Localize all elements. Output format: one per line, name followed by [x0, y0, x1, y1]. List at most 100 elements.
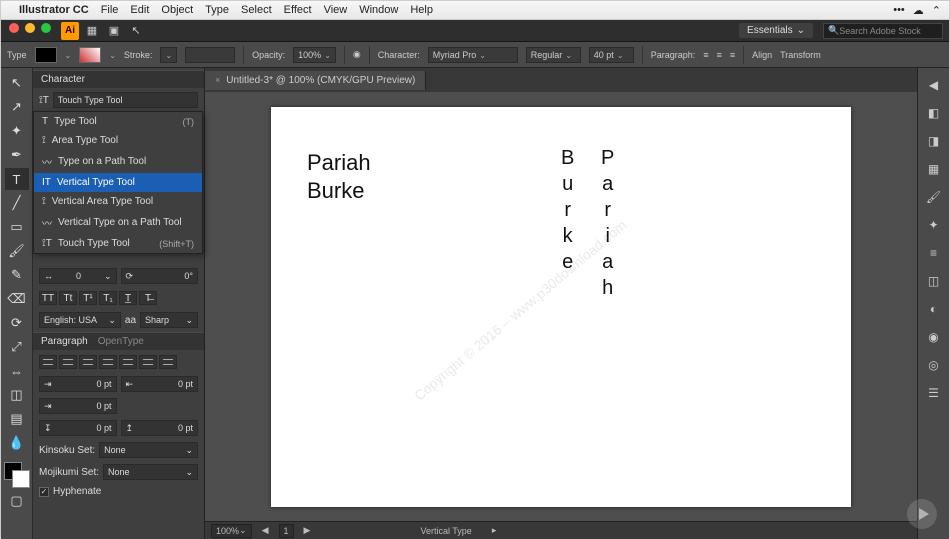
para-align-right-icon[interactable] — [79, 355, 97, 369]
color-guide-panel-icon[interactable]: ◨ — [923, 130, 945, 152]
menu-window[interactable]: Window — [359, 4, 398, 16]
artboard-nav-prev-icon[interactable]: ◀ — [262, 525, 269, 536]
cursor-icon[interactable]: ↖ — [127, 23, 145, 39]
close-tab-icon[interactable]: × — [215, 75, 220, 85]
brushes-panel-icon[interactable]: 🖌 — [923, 186, 945, 208]
tt-small-caps-icon[interactable]: Tt — [59, 291, 77, 305]
flyout-type-tool[interactable]: TType Tool(T) — [34, 112, 202, 131]
menu-edit[interactable]: Edit — [130, 4, 149, 16]
space-before-field[interactable]: ↧0 pt — [39, 420, 117, 436]
paragraph-panel-tab[interactable]: Paragraph — [41, 336, 88, 347]
eraser-tool[interactable]: ⌫ — [5, 288, 29, 310]
stroke-swatch[interactable] — [79, 47, 101, 63]
artboard-nav-next-icon[interactable]: ▶ — [304, 525, 311, 536]
tt-strike-icon[interactable]: T̶ — [139, 291, 157, 305]
opentype-panel-tab[interactable]: OpenType — [98, 336, 144, 347]
paintbrush-tool[interactable]: 🖌 — [5, 240, 29, 262]
align-label[interactable]: Align — [752, 50, 772, 60]
tt-caps-icon[interactable]: TT — [39, 291, 57, 305]
artboard[interactable]: Pariah Burke Burke Pariah Copyright © 20… — [271, 107, 851, 507]
minimize-window-button[interactable] — [25, 23, 35, 33]
font-style-field[interactable]: Regular — [526, 47, 581, 63]
menu-object[interactable]: Object — [161, 4, 193, 16]
appearance-panel-icon[interactable]: ◉ — [923, 326, 945, 348]
first-line-field[interactable]: ⇥0 pt — [39, 398, 117, 414]
selection-tool[interactable]: ↖ — [5, 72, 29, 94]
para-justify-left-icon[interactable] — [99, 355, 117, 369]
flyout-area-type-tool[interactable]: ⟟Area Type Tool — [34, 131, 202, 150]
flyout-touch-type-tool[interactable]: ⟟TTouch Type Tool(Shift+T) — [34, 234, 202, 253]
recolor-icon[interactable]: ◉ — [353, 49, 361, 60]
flyout-path-type-tool[interactable]: 〰Type on a Path Tool — [34, 150, 202, 173]
stroke-weight-field[interactable] — [160, 47, 177, 63]
arrange-icon[interactable]: ▣ — [105, 23, 123, 39]
gradient-panel-icon[interactable]: ◫ — [923, 270, 945, 292]
close-window-button[interactable] — [9, 23, 19, 33]
line-tool[interactable]: ╱ — [5, 192, 29, 214]
zoom-window-button[interactable] — [41, 23, 51, 33]
fill-stroke-swatch[interactable] — [4, 462, 30, 488]
kinsoku-field[interactable]: None⌄ — [99, 442, 198, 458]
menu-type[interactable]: Type — [205, 4, 229, 16]
direct-selection-tool[interactable]: ↗ — [5, 96, 29, 118]
layers-panel-icon[interactable]: ☰ — [923, 382, 945, 404]
magic-wand-tool[interactable]: ✦ — [5, 120, 29, 142]
rectangle-tool[interactable]: ▭ — [5, 216, 29, 238]
font-size-field[interactable]: 40 pt — [589, 47, 634, 63]
transform-label[interactable]: Transform — [780, 50, 821, 60]
artboard-number-field[interactable]: 1 — [279, 524, 294, 538]
type-tool[interactable]: T — [5, 168, 29, 190]
document-tab[interactable]: ×Untitled-3* @ 100% (CMYK/GPU Preview) — [205, 71, 426, 90]
tracking-field[interactable]: ↔0⌄ — [39, 268, 117, 284]
para-align-center-icon[interactable] — [59, 355, 77, 369]
flyout-vertical-type-tool[interactable]: ITVertical Type Tool — [34, 173, 202, 192]
flyout-vertical-path-type-tool[interactable]: 〰Vertical Type on a Path Tool — [34, 211, 202, 234]
bridge-icon[interactable]: ▦ — [83, 23, 101, 39]
para-justify-all-icon[interactable] — [159, 355, 177, 369]
workspace-switcher[interactable]: Essentials⌄ — [739, 23, 813, 38]
menu-select[interactable]: Select — [241, 4, 272, 16]
character-panel-tab[interactable]: Character — [33, 70, 204, 88]
free-transform-tool[interactable]: ◫ — [5, 384, 29, 406]
gradient-tool[interactable]: ▤ — [5, 408, 29, 430]
para-justify-center-icon[interactable] — [119, 355, 137, 369]
screen-mode-button[interactable]: ▢ — [5, 490, 29, 512]
language-field[interactable]: English: USA⌄ — [39, 312, 121, 328]
hyphenate-checkbox[interactable]: ✓ — [39, 487, 49, 497]
symbols-panel-icon[interactable]: ✦ — [923, 214, 945, 236]
align-left-icon[interactable]: ≡ — [703, 50, 708, 60]
tt-underline-icon[interactable]: T̲ — [119, 291, 137, 305]
rotate-field[interactable]: ⟳0° — [121, 268, 199, 284]
vertical-text-pariah[interactable]: Pariah — [601, 145, 614, 301]
para-align-left-icon[interactable] — [39, 355, 57, 369]
menu-file[interactable]: File — [101, 4, 119, 16]
app-name[interactable]: Illustrator CC — [19, 4, 89, 16]
antialias-field[interactable]: Sharp⌄ — [140, 312, 198, 328]
menu-effect[interactable]: Effect — [284, 4, 312, 16]
width-tool[interactable]: ⇔ — [5, 360, 29, 382]
touch-type-button[interactable]: Touch Type Tool — [53, 92, 198, 108]
stock-search-input[interactable]: 🔍 Search Adobe Stock — [823, 23, 943, 39]
space-after-field[interactable]: ↥0 pt — [121, 420, 199, 436]
transparency-panel-icon[interactable]: ◐ — [923, 298, 945, 320]
scale-tool[interactable]: ⤢ — [5, 336, 29, 358]
rotate-tool[interactable]: ⟳ — [5, 312, 29, 334]
align-center-icon[interactable]: ≡ — [717, 50, 722, 60]
expand-panels-icon[interactable]: ◀ — [923, 74, 945, 96]
stroke-panel-icon[interactable]: ≡ — [923, 242, 945, 264]
play-overlay-icon[interactable] — [907, 499, 937, 529]
align-right-icon[interactable]: ≡ — [730, 50, 735, 60]
pen-tool[interactable]: ✒ — [5, 144, 29, 166]
eyedropper-tool[interactable]: 💧 — [5, 432, 29, 454]
tt-superscript-icon[interactable]: T¹ — [79, 291, 97, 305]
tt-subscript-icon[interactable]: T₁ — [99, 291, 117, 305]
indent-right-field[interactable]: ⇤0 pt — [121, 376, 199, 392]
flyout-vertical-area-type-tool[interactable]: ⟟Vertical Area Type Tool — [34, 192, 202, 211]
para-justify-right-icon[interactable] — [139, 355, 157, 369]
pencil-tool[interactable]: ✎ — [5, 264, 29, 286]
font-family-field[interactable]: Myriad Pro — [428, 47, 518, 63]
indent-left-field[interactable]: ⇥0 pt — [39, 376, 117, 392]
brush-field[interactable] — [185, 47, 235, 63]
graphic-styles-panel-icon[interactable]: ◎ — [923, 354, 945, 376]
menu-help[interactable]: Help — [410, 4, 433, 16]
